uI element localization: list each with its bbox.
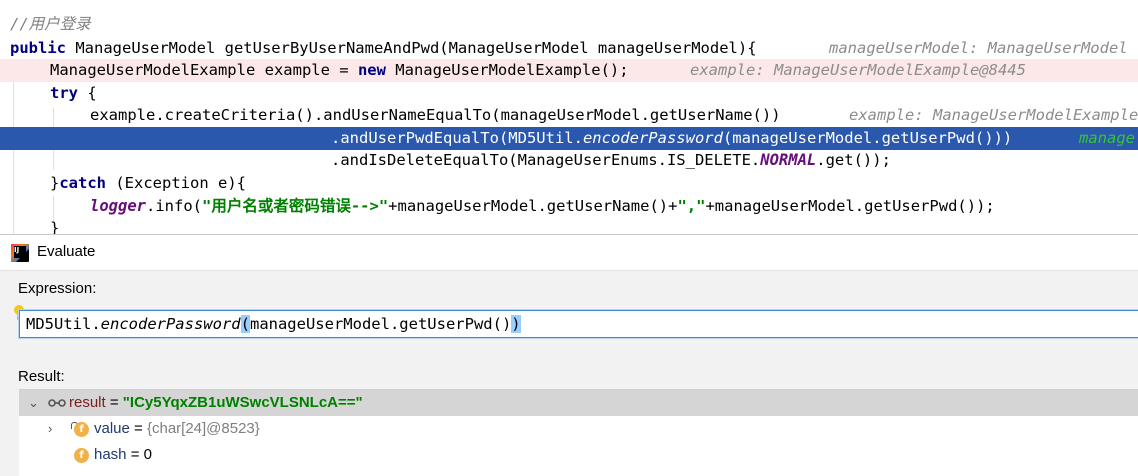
tree-var-name: value bbox=[94, 420, 130, 437]
code-line-try[interactable]: try { bbox=[0, 82, 1138, 105]
code-text: .andIsDeleteEqualTo(ManageUserEnums.IS_D… bbox=[331, 151, 761, 169]
code-text: { bbox=[78, 84, 97, 102]
code-line-catch[interactable]: }catch (Exception e){ bbox=[0, 172, 1138, 195]
code-text: ManageUserModelExample(); bbox=[385, 61, 629, 79]
inline-debug-hint: example: ManageUserModelExample@8445 bbox=[690, 61, 1026, 79]
expression-prefix: MD5Util. bbox=[26, 315, 101, 333]
tree-var-name: hash bbox=[94, 446, 127, 463]
code-line-is-delete[interactable]: .andIsDeleteEqualTo(ManageUserEnums.IS_D… bbox=[0, 149, 1138, 172]
code-line-selected-pwd[interactable]: .andUserPwdEqualTo(MD5Util.encoderPasswo… bbox=[0, 127, 1138, 150]
code-line-create-criteria[interactable]: example.createCriteria().andUserNameEqua… bbox=[0, 104, 1138, 127]
code-text: ManageUserModelExample example = bbox=[50, 61, 358, 79]
field-f-icon: f bbox=[74, 422, 89, 437]
chevron-right-icon[interactable]: › bbox=[48, 416, 52, 442]
code-text-italic: encoderPassword bbox=[582, 129, 723, 147]
code-text: } bbox=[50, 174, 60, 192]
tree-equals: = bbox=[129, 420, 147, 437]
code-text: .andUserPwdEqualTo(MD5Util. bbox=[331, 129, 583, 147]
code-text: (Exception e){ bbox=[106, 174, 246, 192]
tree-var-name: result bbox=[69, 394, 106, 411]
code-line-logger[interactable]: logger.info("用户名或者密码错误-->"+manageUserMod… bbox=[0, 195, 1138, 218]
chevron-down-icon[interactable]: ⌄ bbox=[28, 390, 39, 416]
result-tree[interactable]: ⌄ result = "ICy5YqxZB1uWSwcVLSNLcA==" › … bbox=[19, 389, 1138, 476]
code-editor[interactable]: //用户登录 public ManageUserModel getUserByU… bbox=[0, 0, 1138, 234]
result-label: Result: bbox=[18, 368, 65, 385]
expression-open-paren: ( bbox=[240, 315, 250, 333]
dialog-title-bar[interactable]: Evaluate bbox=[0, 235, 1138, 271]
tree-row-hash[interactable]: f hash = 0 bbox=[19, 442, 1138, 468]
code-line-close-brace[interactable]: } bbox=[0, 217, 1138, 234]
method-signature-text: ManageUserModel getUserByUserNameAndPwd(… bbox=[66, 39, 757, 57]
code-text: } bbox=[50, 219, 60, 234]
expression-method: encoderPassword bbox=[100, 315, 241, 333]
keyword-catch: catch bbox=[59, 174, 107, 192]
string-literal: "," bbox=[677, 197, 706, 215]
code-text: example.createCriteria().andUserNameEqua… bbox=[90, 106, 781, 124]
expression-args: manageUserModel.getUserPwd() bbox=[249, 315, 512, 333]
dialog-title: Evaluate bbox=[37, 243, 96, 260]
tree-value: 0 bbox=[143, 446, 152, 463]
code-line-comment[interactable]: //用户登录 bbox=[0, 13, 1138, 36]
code-line-example-declaration[interactable]: ManageUserModelExample example = new Man… bbox=[0, 59, 1138, 82]
tree-equals: = bbox=[126, 446, 144, 463]
code-text: .get()); bbox=[816, 151, 891, 169]
code-text: +manageUserModel.getUserName()+ bbox=[388, 197, 678, 215]
keyword-new: new bbox=[357, 61, 386, 79]
string-literal: "用户名或者密码错误-->" bbox=[202, 197, 389, 215]
tree-row-result[interactable]: ⌄ result = "ICy5YqxZB1uWSwcVLSNLcA==" bbox=[19, 390, 1138, 416]
inline-debug-hint: example: ManageUserModelExample bbox=[849, 106, 1138, 124]
code-text: (manageUserModel.getUserPwd())) bbox=[722, 129, 1013, 147]
comment-text: //用户登录 bbox=[10, 15, 91, 33]
intellij-idea-icon bbox=[11, 244, 29, 262]
code-text: .info( bbox=[146, 197, 202, 215]
tree-equals: = bbox=[105, 394, 123, 411]
evaluate-dialog: Evaluate Expression: MD5Util.encoderPass… bbox=[0, 234, 1138, 476]
tree-value: "ICy5YqxZB1uWSwcVLSNLcA==" bbox=[122, 394, 363, 411]
tree-row-value[interactable]: › f value = {char[24]@8523} bbox=[19, 416, 1138, 442]
code-line-method-signature[interactable]: public ManageUserModel getUserByUserName… bbox=[0, 37, 1138, 60]
code-text: +manageUserModel.getUserPwd()); bbox=[705, 197, 995, 215]
expression-input[interactable]: MD5Util.encoderPassword(manageUserModel.… bbox=[19, 310, 1138, 338]
keyword-try: try bbox=[50, 84, 78, 102]
inline-debug-hint: manage bbox=[1079, 129, 1135, 147]
expression-close-paren: ) bbox=[511, 315, 521, 333]
logger-field: logger bbox=[90, 197, 146, 215]
field-f-icon: f bbox=[74, 448, 89, 463]
keyword-public: public bbox=[10, 39, 66, 57]
expression-label: Expression: bbox=[18, 280, 97, 297]
inline-debug-hint: manageUserModel: ManageUserModel bbox=[829, 39, 1128, 57]
watch-glasses-icon bbox=[48, 399, 66, 407]
tree-value: {char[24]@8523} bbox=[146, 420, 260, 437]
enum-field: NORMAL bbox=[760, 151, 817, 169]
